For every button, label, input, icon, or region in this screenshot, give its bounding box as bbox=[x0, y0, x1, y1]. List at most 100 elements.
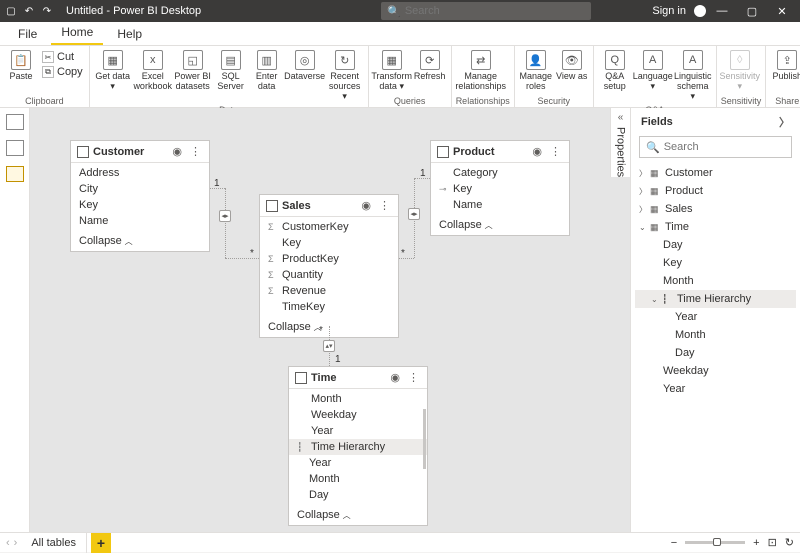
paste-button[interactable]: 📋Paste bbox=[4, 48, 38, 84]
collapse-button[interactable]: Collapse ︿ bbox=[71, 231, 209, 251]
sensitivity-button[interactable]: ◊Sensitivity ▾ bbox=[721, 48, 759, 94]
menu-help[interactable]: Help bbox=[107, 23, 152, 45]
field-time-hierarchy[interactable]: ┇Time Hierarchy bbox=[289, 439, 427, 455]
excel-button[interactable]: xExcel workbook bbox=[134, 48, 172, 94]
field-name[interactable]: Name bbox=[431, 197, 569, 213]
entity-customer[interactable]: Customer◉⋮ Address City Key Name Collaps… bbox=[70, 140, 210, 252]
save-icon[interactable]: ▢ bbox=[4, 4, 18, 18]
publish-button[interactable]: ⇪Publish bbox=[770, 48, 800, 84]
fields-search[interactable]: 🔍 bbox=[639, 136, 792, 158]
visibility-icon[interactable]: ◉ bbox=[530, 145, 544, 158]
field-hier-day[interactable]: Day bbox=[289, 487, 427, 503]
zoom-out-button[interactable]: − bbox=[671, 537, 677, 549]
field-key[interactable]: Key bbox=[71, 197, 209, 213]
field-category[interactable]: Category bbox=[431, 165, 569, 181]
tree-time-day[interactable]: Day bbox=[635, 236, 796, 254]
visibility-icon[interactable]: ◉ bbox=[388, 371, 402, 384]
chevron-right-icon[interactable]: 〉 bbox=[779, 114, 790, 130]
visibility-icon[interactable]: ◉ bbox=[170, 145, 184, 158]
field-hier-year[interactable]: Year bbox=[289, 455, 427, 471]
tree-customer[interactable]: 〉▦Customer bbox=[635, 164, 796, 182]
fields-search-input[interactable] bbox=[664, 141, 785, 153]
tree-sales[interactable]: 〉▦Sales bbox=[635, 200, 796, 218]
tab-prev-button[interactable]: ‹ bbox=[6, 537, 10, 549]
dataverse-button[interactable]: ◎Dataverse bbox=[286, 48, 324, 84]
entity-time[interactable]: Time◉⋮ Month Weekday Year ┇Time Hierarch… bbox=[288, 366, 428, 526]
fit-to-page-button[interactable]: ⊡ bbox=[768, 536, 777, 549]
field-weekday[interactable]: Weekday bbox=[289, 407, 427, 423]
tree-time-key[interactable]: Key bbox=[635, 254, 796, 272]
tab-next-button[interactable]: › bbox=[14, 537, 18, 549]
qa-setup-button[interactable]: QQ&A setup bbox=[598, 48, 632, 94]
sign-in-link[interactable]: Sign in bbox=[652, 5, 686, 17]
field-address[interactable]: Address bbox=[71, 165, 209, 181]
field-month[interactable]: Month bbox=[289, 391, 427, 407]
field-productkey[interactable]: ΣProductKey bbox=[260, 251, 398, 267]
recent-sources-button[interactable]: ↻Recent sources ▾ bbox=[326, 48, 364, 104]
tree-hier-day[interactable]: Day bbox=[635, 344, 796, 362]
field-year[interactable]: Year bbox=[289, 423, 427, 439]
field-city[interactable]: City bbox=[71, 181, 209, 197]
field-name[interactable]: Name bbox=[71, 213, 209, 229]
zoom-in-button[interactable]: + bbox=[753, 537, 759, 549]
redo-icon[interactable]: ↷ bbox=[40, 4, 54, 18]
sql-server-button[interactable]: ▤SQL Server bbox=[214, 48, 248, 94]
scrollbar-thumb[interactable] bbox=[423, 409, 426, 469]
linguistic-schema-button[interactable]: ALinguistic schema ▾ bbox=[674, 48, 712, 104]
report-view-button[interactable] bbox=[6, 114, 24, 130]
more-icon[interactable]: ⋮ bbox=[548, 145, 563, 158]
entity-product[interactable]: Product◉⋮ Category ⊸Key Name Collapse ︿ bbox=[430, 140, 570, 236]
add-tab-button[interactable]: + bbox=[91, 533, 111, 553]
field-key[interactable]: ⊸Key bbox=[431, 181, 569, 197]
tree-product[interactable]: 〉▦Product bbox=[635, 182, 796, 200]
tree-time-weekday[interactable]: Weekday bbox=[635, 362, 796, 380]
tree-time[interactable]: ⌄▦Time bbox=[635, 218, 796, 236]
close-button[interactable]: ✕ bbox=[768, 0, 796, 22]
filter-direction-icon[interactable]: ◂▸ bbox=[408, 208, 420, 220]
transform-data-button[interactable]: ▦Transform data ▾ bbox=[373, 48, 411, 94]
filter-direction-icon[interactable]: ▴▾ bbox=[323, 340, 335, 352]
search-input[interactable] bbox=[405, 5, 585, 17]
field-quantity[interactable]: ΣQuantity bbox=[260, 267, 398, 283]
cut-button[interactable]: ✂Cut bbox=[40, 50, 85, 64]
filter-direction-icon[interactable]: ◂▸ bbox=[219, 210, 231, 222]
tab-all-tables[interactable]: All tables bbox=[21, 533, 87, 553]
tree-hier-year[interactable]: Year bbox=[635, 308, 796, 326]
global-search[interactable]: 🔍 bbox=[381, 2, 591, 20]
language-button[interactable]: ALanguage ▾ bbox=[634, 48, 672, 94]
user-avatar-icon[interactable] bbox=[694, 5, 706, 17]
manage-relationships-button[interactable]: ⇄Manage relationships bbox=[456, 48, 506, 94]
undo-icon[interactable]: ↶ bbox=[22, 4, 36, 18]
visibility-icon[interactable]: ◉ bbox=[359, 199, 373, 212]
tree-time-year[interactable]: Year bbox=[635, 380, 796, 398]
menu-file[interactable]: File bbox=[8, 23, 47, 45]
get-data-button[interactable]: ▦Get data ▾ bbox=[94, 48, 132, 94]
tree-hier-month[interactable]: Month bbox=[635, 326, 796, 344]
field-customerkey[interactable]: ΣCustomerKey bbox=[260, 219, 398, 235]
collapse-button[interactable]: Collapse ︿ bbox=[289, 505, 427, 525]
manage-roles-button[interactable]: 👤Manage roles bbox=[519, 48, 553, 94]
properties-panel-collapsed[interactable]: « Properties bbox=[610, 108, 630, 177]
enter-data-button[interactable]: ▥Enter data bbox=[250, 48, 284, 94]
field-key[interactable]: Key bbox=[260, 235, 398, 251]
field-hier-month[interactable]: Month bbox=[289, 471, 427, 487]
view-as-button[interactable]: 👁View as bbox=[555, 48, 589, 84]
pbi-datasets-button[interactable]: ◱Power BI datasets bbox=[174, 48, 212, 94]
refresh-button[interactable]: ⟳Refresh bbox=[413, 48, 447, 84]
more-icon[interactable]: ⋮ bbox=[406, 371, 421, 384]
more-icon[interactable]: ⋮ bbox=[377, 199, 392, 212]
maximize-button[interactable]: ▢ bbox=[738, 0, 766, 22]
data-view-button[interactable] bbox=[6, 140, 24, 156]
zoom-slider[interactable] bbox=[685, 541, 745, 544]
entity-sales[interactable]: Sales◉⋮ ΣCustomerKey Key ΣProductKey ΣQu… bbox=[259, 194, 399, 338]
model-canvas[interactable]: Customer◉⋮ Address City Key Name Collaps… bbox=[30, 108, 630, 532]
tree-time-hierarchy[interactable]: ⌄┇Time Hierarchy bbox=[635, 290, 796, 308]
copy-button[interactable]: ⧉Copy bbox=[40, 65, 85, 79]
model-view-button[interactable] bbox=[6, 166, 24, 182]
field-revenue[interactable]: ΣRevenue bbox=[260, 283, 398, 299]
collapse-button[interactable]: Collapse ︿ bbox=[431, 215, 569, 235]
menu-home[interactable]: Home bbox=[51, 21, 103, 45]
reset-zoom-button[interactable]: ↻ bbox=[785, 536, 794, 549]
field-timekey[interactable]: TimeKey bbox=[260, 299, 398, 315]
tree-time-month[interactable]: Month bbox=[635, 272, 796, 290]
